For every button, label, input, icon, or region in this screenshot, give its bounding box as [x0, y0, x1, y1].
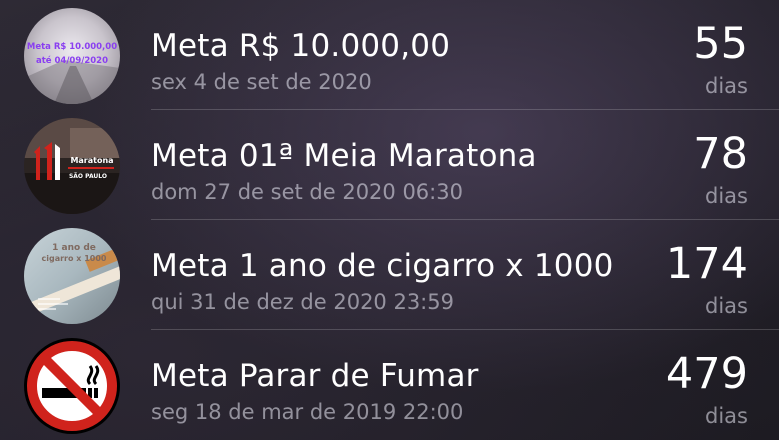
days-count: 78: [693, 129, 748, 179]
goal-date: qui 31 de dez de 2020 23:59: [151, 290, 454, 314]
goal-row-half-marathon[interactable]: Maratona SÃO PAULO Meta 01ª Meia Maraton…: [0, 110, 779, 220]
half-marathon-image: Maratona SÃO PAULO: [24, 118, 120, 214]
goal-title: Meta R$ 10.000,00: [151, 28, 451, 64]
days-unit: dias: [705, 404, 748, 428]
goal-row-cigarette[interactable]: 1 ano de cigarro x 1000 Meta 1 ano de ci…: [0, 220, 779, 330]
goal-title: Meta 1 ano de cigarro x 1000: [151, 248, 614, 284]
goal-date: dom 27 de set de 2020 06:30: [151, 180, 463, 204]
goal-date: sex 4 de set de 2020: [151, 70, 372, 94]
thumb-text-line2: até 04/09/2020: [36, 55, 108, 66]
thumb-text-line2: SÃO PAULO: [69, 173, 107, 180]
days-count: 55: [693, 19, 748, 69]
money-goal-thumbnail: Meta R$ 10.000,00 até 04/09/2020: [24, 8, 120, 104]
money-goal-image: Meta R$ 10.000,00 até 04/09/2020: [24, 8, 120, 104]
half-marathon-thumbnail: Maratona SÃO PAULO: [24, 118, 120, 214]
goal-row-money[interactable]: Meta R$ 10.000,00 até 04/09/2020 Meta R$…: [0, 0, 779, 110]
goal-date: seg 18 de mar de 2019 22:00: [151, 400, 464, 424]
thumb-text-line1: Meta R$ 10.000,00: [27, 42, 117, 52]
days-unit: dias: [705, 294, 748, 318]
no-smoking-thumbnail: [24, 338, 120, 434]
goal-title: Meta Parar de Fumar: [151, 358, 479, 394]
days-unit: dias: [705, 184, 748, 208]
days-count: 174: [665, 239, 748, 289]
no-smoking-icon: [24, 338, 120, 434]
cigarette-goal-thumbnail: 1 ano de cigarro x 1000: [24, 228, 120, 324]
goal-row-quit-smoking[interactable]: Meta Parar de Fumar seg 18 de mar de 201…: [0, 330, 779, 440]
thumb-text-line2: cigarro x 1000: [42, 254, 107, 263]
goal-title: Meta 01ª Meia Maratona: [151, 138, 537, 174]
days-unit: dias: [705, 74, 748, 98]
thumb-text-line1: Maratona: [70, 156, 113, 165]
cigarette-goal-image: 1 ano de cigarro x 1000: [24, 228, 120, 324]
countdown-list: Meta R$ 10.000,00 até 04/09/2020 Meta R$…: [0, 0, 779, 440]
thumb-text-line1: 1 ano de: [52, 243, 96, 253]
days-count: 479: [665, 349, 748, 399]
